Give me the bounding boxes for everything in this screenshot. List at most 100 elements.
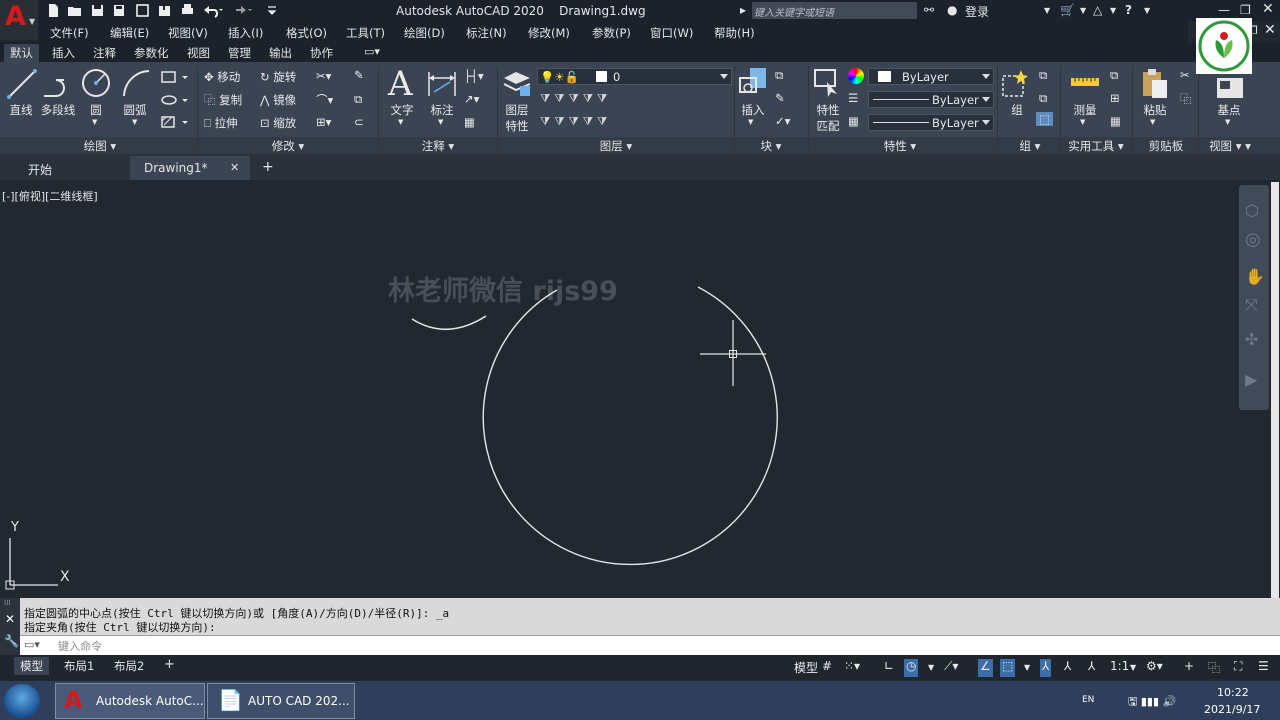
group-icon[interactable] <box>1001 68 1031 98</box>
chevron-down-icon[interactable]: ▼ <box>1150 118 1155 126</box>
stretch-button[interactable]: ⎕ 拉伸 <box>204 115 238 131</box>
text-icon[interactable]: A <box>388 64 413 104</box>
help-icon[interactable]: ? <box>1125 3 1132 17</box>
tab-insert[interactable]: 插入 <box>46 44 81 62</box>
orbit-icon[interactable]: ✣ <box>1245 330 1258 349</box>
base-view-label[interactable]: 基点 <box>1214 102 1244 118</box>
insert-block-icon[interactable] <box>738 66 770 98</box>
undo-icon[interactable] <box>203 3 225 18</box>
auto-scale-icon[interactable]: ⅄ <box>1064 659 1071 677</box>
layer-tools-row1[interactable]: ⧩⧩⧩⧩⧩ <box>540 91 611 106</box>
group-selection-toggle[interactable]: ⬚ <box>1036 112 1053 126</box>
menu-dimension[interactable]: 标注(N) <box>466 25 507 41</box>
clipboard-panel-title[interactable]: 剪贴板 <box>1136 138 1196 154</box>
linear-dim-icon[interactable]: ├┤▾ <box>464 69 484 83</box>
binoculars-icon[interactable]: ⚯ <box>924 3 934 17</box>
menu-parametric[interactable]: 参数(P) <box>592 25 631 41</box>
chevron-down-icon[interactable]: ▼ <box>1225 118 1230 126</box>
minimize-icon[interactable]: — <box>1218 3 1230 17</box>
search-expand-icon[interactable]: ▸ <box>740 3 746 17</box>
insert-label[interactable]: 插入 <box>738 102 768 118</box>
line-label[interactable]: 直线 <box>6 102 36 118</box>
search-input[interactable]: 键入关键字或短语 <box>752 2 917 19</box>
steering-wheel-icon[interactable]: ◎ <box>1245 229 1261 250</box>
chevron-down-icon[interactable]: ▼ <box>748 118 753 126</box>
circle-icon[interactable] <box>80 67 112 99</box>
move-button[interactable]: ✥ 移动 <box>204 69 240 85</box>
edit-attributes-icon[interactable]: ✓▾ <box>775 114 790 128</box>
fullscreen-icon[interactable]: ⛶ <box>1234 659 1242 677</box>
menu-window[interactable]: 窗口(W) <box>650 25 693 41</box>
tab-annotate[interactable]: 注释 <box>87 44 122 62</box>
lineweight-icon[interactable]: ☰ <box>848 91 858 105</box>
polar-tracking-icon[interactable]: ◷ <box>904 659 919 677</box>
text-label[interactable]: 文字 <box>388 102 416 118</box>
tab-model[interactable]: 模型 <box>14 657 49 675</box>
menu-insert[interactable]: 插入(I) <box>228 25 263 41</box>
tab-default[interactable]: 默认 <box>4 44 39 62</box>
layer-tools-row2[interactable]: ⧩⧩⧩⧩⧩ <box>540 114 611 129</box>
close-icon[interactable]: ✕ <box>1262 1 1274 17</box>
gear-icon[interactable]: ⚙▾ <box>1146 659 1163 677</box>
mirror-button[interactable]: ⋀ 镜像 <box>260 92 296 108</box>
open-folder-icon[interactable] <box>67 3 82 18</box>
measure-icon[interactable] <box>1070 74 1100 90</box>
arc-icon[interactable] <box>120 67 152 99</box>
redo-icon[interactable] <box>232 3 254 18</box>
dimension-icon[interactable] <box>426 70 458 98</box>
command-prompt-icon[interactable]: ▭▾ <box>24 638 40 651</box>
hatch-icon[interactable] <box>160 115 190 129</box>
match-properties-label2[interactable]: 匹配 <box>813 118 843 134</box>
tab-layout2[interactable]: 布局2 <box>108 657 150 675</box>
copy-button[interactable]: ⿻ 复制 <box>204 92 242 108</box>
pan-icon[interactable]: ✋ <box>1245 267 1265 286</box>
menu-tools[interactable]: 工具(T) <box>346 25 385 41</box>
grip-icon[interactable]: ⁞⁞⁞ <box>4 599 11 607</box>
draw-panel-title[interactable]: 绘图 ▾ <box>60 138 140 154</box>
chevron-down-icon[interactable]: ▼ <box>1080 6 1086 15</box>
block-panel-title[interactable]: 块 ▾ <box>746 138 796 154</box>
tab-parametric[interactable]: 参数化 <box>128 44 175 62</box>
layer-properties-icon[interactable] <box>502 68 532 98</box>
grid-icon[interactable]: # <box>822 659 832 677</box>
tab-collaborate[interactable]: 协作 <box>304 44 339 62</box>
circle-label[interactable]: 圆 <box>84 102 108 118</box>
chevron-down-icon[interactable]: ▼ <box>438 118 443 126</box>
new-tab-button[interactable]: + <box>262 156 274 180</box>
dimension-label[interactable]: 标注 <box>426 102 458 118</box>
customize-menu-icon[interactable]: ☰ <box>1258 659 1269 677</box>
chevron-down-icon[interactable]: ▼ <box>928 663 934 681</box>
offset-icon[interactable]: ⊂ <box>354 115 364 129</box>
linetype-dropdown[interactable]: ByLayer <box>868 91 994 108</box>
modify-panel-title[interactable]: 修改 ▾ <box>248 138 328 154</box>
paste-label[interactable]: 粘贴 <box>1140 102 1170 118</box>
copy-clip-icon[interactable]: ⿻ <box>1180 91 1192 107</box>
menu-draw[interactable]: 绘图(D) <box>404 25 445 41</box>
measure-label[interactable]: 测量 <box>1070 102 1100 118</box>
command-line-handle[interactable]: ⁞⁞⁞ ✕ 🔧 <box>0 598 20 655</box>
groups-panel-title[interactable]: 组 ▾ <box>1008 138 1052 154</box>
menu-modify[interactable]: 修改(M) <box>528 25 570 41</box>
group-label[interactable]: 组 <box>1005 102 1029 118</box>
menu-edit[interactable]: 编辑(E) <box>110 25 149 41</box>
properties-panel-title[interactable]: 特性 ▾ <box>860 138 940 154</box>
object-snap-tracking-icon[interactable]: ∠ <box>978 659 993 677</box>
cut-icon[interactable]: ✂ <box>1180 68 1190 82</box>
chevron-down-icon[interactable]: ▼ <box>1110 6 1116 15</box>
base-view-icon[interactable] <box>1215 76 1245 100</box>
select-all-icon[interactable]: ⊞ <box>1110 91 1120 105</box>
leader-icon[interactable]: ↗▾ <box>464 92 479 106</box>
paste-icon[interactable] <box>1140 68 1170 100</box>
calculator-icon[interactable]: ▦ <box>1110 114 1121 128</box>
ribbon-options-icon[interactable]: ▭▾ <box>358 44 386 62</box>
wrench-icon[interactable]: 🔧 <box>4 634 19 648</box>
new-file-icon[interactable] <box>46 3 61 18</box>
plot-icon[interactable] <box>180 3 195 18</box>
tab-drawing1[interactable]: Drawing1* ✕ <box>130 156 250 180</box>
sign-in-button[interactable]: 登录 <box>965 3 989 20</box>
taskbar-word[interactable]: 📄 AUTO CAD 202... <box>207 683 355 719</box>
scale-dropdown[interactable]: 1:1 <box>1110 659 1129 677</box>
arc-label[interactable]: 圆弧 <box>120 102 150 118</box>
tab-output[interactable]: 输出 <box>263 44 298 62</box>
group-edit-icon[interactable]: ⧉ <box>1039 91 1047 106</box>
